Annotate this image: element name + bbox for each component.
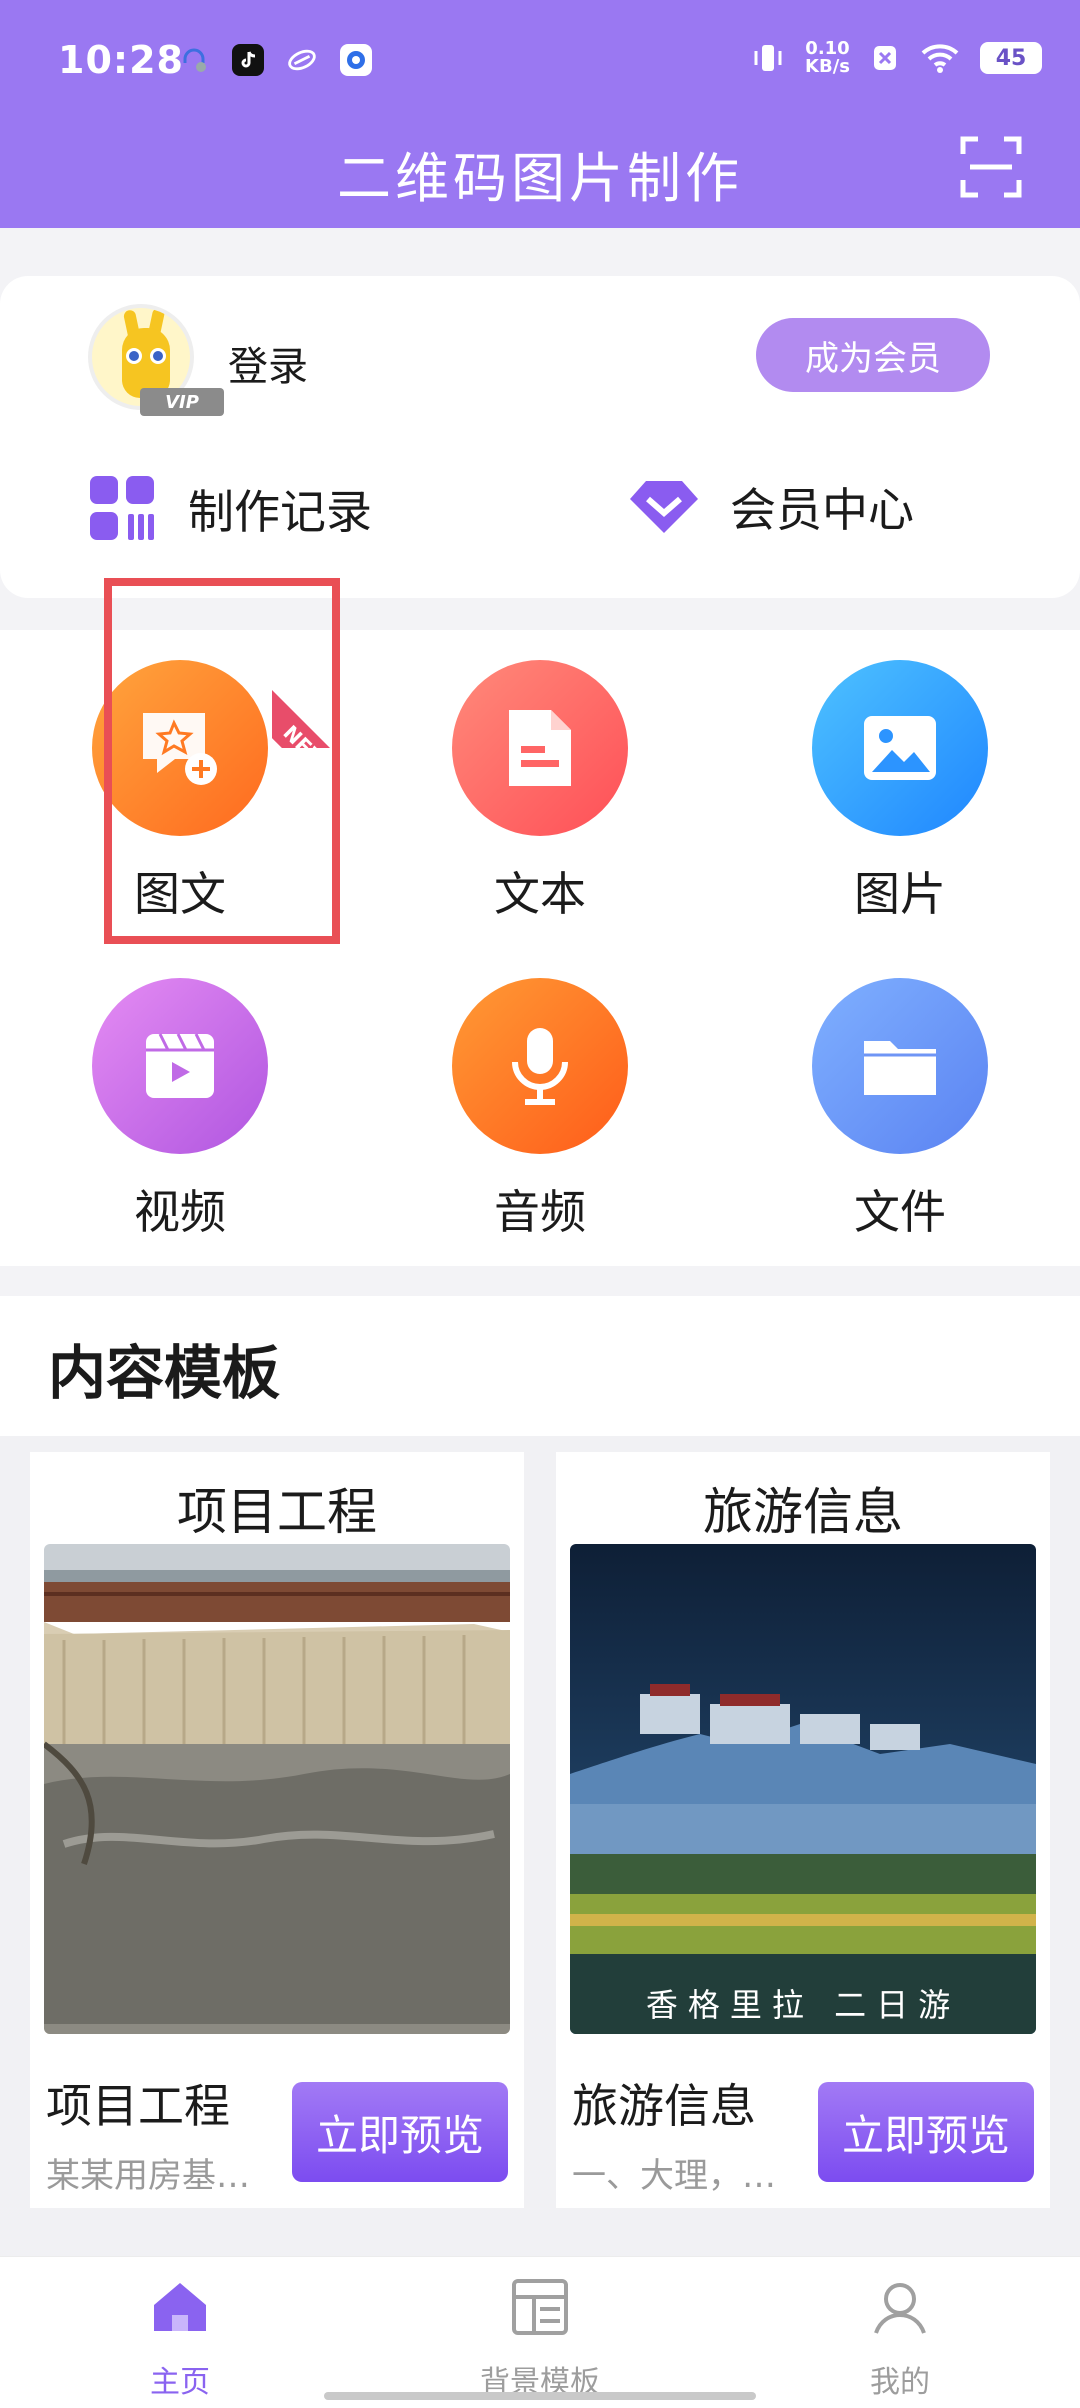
feature-label: 视频 [134,1185,226,1239]
template-name: 旅游信息 [572,2079,756,2133]
section-heading: 内容模板 [48,1339,281,1407]
tiktok-icon [232,44,264,76]
user-icon [874,2283,926,2334]
vip-tag: VIP [140,388,224,416]
notification-icons [178,44,372,76]
nav-mine[interactable]: 我的 [800,2275,1000,2401]
highlight-box [104,578,340,944]
feature-label: 图片 [854,867,946,921]
net-speed-unit: KB/s [805,56,850,77]
nav-home-label: 主页 [150,2365,210,2400]
no-sim-icon [874,46,896,70]
template-desc: 某某用房基… [46,2156,250,2196]
feature-file[interactable]: 文件 [770,978,1030,1242]
scan-button[interactable] [960,136,1022,198]
wifi-icon [921,44,959,73]
become-member-button[interactable]: 成为会员 [756,318,990,392]
template-name: 项目工程 [46,2079,230,2133]
template-title: 旅游信息 [703,1483,903,1541]
scan-icon [960,136,1022,198]
nav-background-templates[interactable]: 背景模板 [440,2275,640,2401]
feature-audio[interactable]: 音频 [410,978,670,1242]
preview-button[interactable]: 立即预览 [292,2082,508,2182]
feature-video[interactable]: 视频 [50,978,310,1242]
template-photo-travel: 香格里拉 二日游 [570,1544,1036,2034]
link-app-icon [286,44,318,76]
headset-icon [178,44,210,76]
photo-caption: 香格里拉 二日游 [645,1986,961,2024]
nav-mine-label: 我的 [870,2365,930,2400]
home-icon [154,2283,206,2331]
production-record-label: 制作记录 [188,485,372,539]
template-card-travel[interactable]: 旅游信息 香格里拉 二日游 旅游信息 一、大理，… 立即预览 [556,1452,1050,2208]
content-templates-section: 内容模板 项目工程 项目工程 某某用房基… 立即预览 旅游信息 香格里拉 二日游… [0,1296,1080,2408]
top-bar: 10:28 0.10 KB/s 45 二维码图片制作 [0,0,1080,228]
home-indicator [324,2392,756,2400]
template-card-project[interactable]: 项目工程 项目工程 某某用房基… 立即预览 [30,1452,524,2208]
bottom-nav: 主页 背景模板 我的 [0,2256,1080,2408]
status-right: 0.10 KB/s 45 [751,40,1042,76]
battery-indicator: 45 [980,42,1042,74]
status-time: 10:28 [58,38,184,82]
template-photo-construction [44,1544,510,2034]
picture-icon [812,660,988,836]
login-link[interactable]: 登录 [228,334,308,392]
vibrate-icon [754,45,782,71]
feature-label: 文本 [494,867,586,921]
nav-home[interactable]: 主页 [80,2275,280,2401]
feature-picture[interactable]: 图片 [770,660,1030,924]
feature-text[interactable]: 文本 [410,660,670,924]
video-icon [92,978,268,1154]
feature-label: 文件 [854,1185,946,1239]
microphone-icon [452,978,628,1154]
user-card: VIP 登录 成为会员 制作记录 会员中心 [0,276,1080,598]
template-desc: 一、大理，… [572,2156,776,2196]
member-center-label: 会员中心 [730,483,914,537]
net-speed: 0.10 KB/s [805,40,850,76]
grid-records-icon [90,476,154,540]
folder-icon [812,978,988,1154]
production-record-link[interactable]: 制作记录 [88,474,372,544]
template-title: 项目工程 [177,1483,377,1541]
browser-app-icon [340,44,372,76]
document-icon [452,660,628,836]
diamond-icon [630,481,698,533]
preview-button[interactable]: 立即预览 [818,2082,1034,2182]
template-layout-icon [512,2279,568,2335]
member-center-link[interactable]: 会员中心 [628,474,914,540]
feature-label: 音频 [494,1185,586,1239]
page-title: 二维码图片制作 [337,147,743,210]
